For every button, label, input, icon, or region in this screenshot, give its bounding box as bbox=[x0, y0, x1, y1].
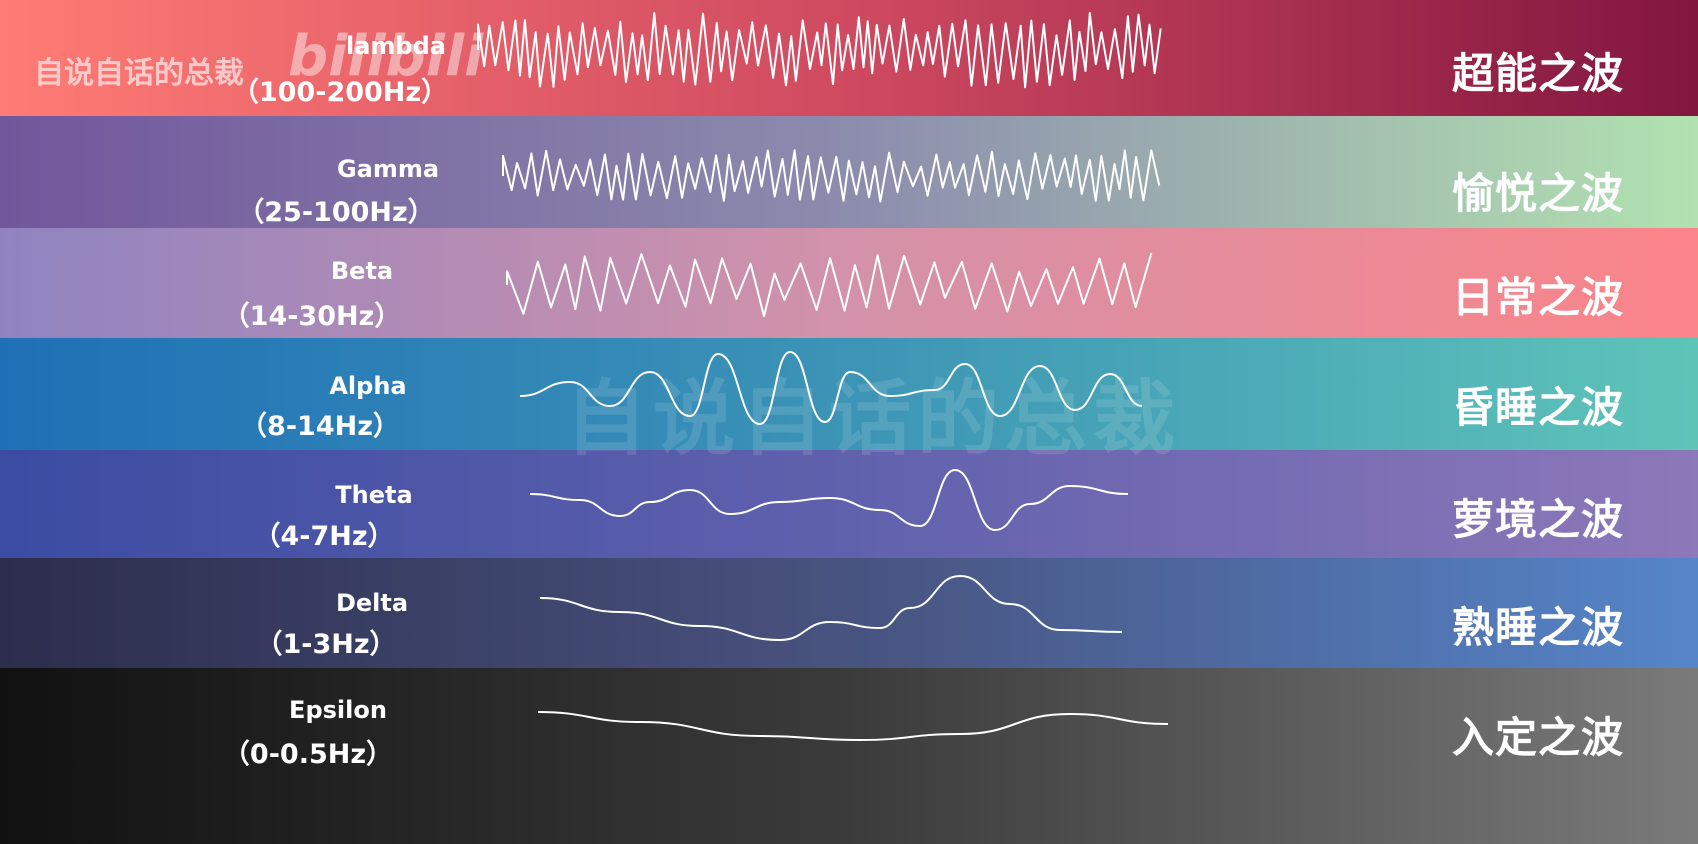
band-name: Gamma bbox=[336, 155, 440, 183]
bilibili-logo-watermark: bilibili bbox=[288, 24, 484, 89]
band-frequency-range: （0-0.5Hz） bbox=[222, 739, 394, 770]
band-epsilon: Epsilon （0-0.5Hz） 入定之波 bbox=[0, 668, 1698, 844]
band-delta: Delta （1-3Hz） 熟睡之波 bbox=[0, 558, 1698, 668]
brainwave-diagram: lambda （100-200Hz） 超能之波 Gamma （25-100Hz）… bbox=[0, 0, 1698, 844]
center-watermark: 自说自话的总裁 bbox=[565, 372, 1182, 467]
band-beta: Beta （14-30Hz） 日常之波 bbox=[0, 228, 1698, 338]
band-name: Alpha bbox=[329, 372, 407, 400]
band-label-cn: 昏睡之波 bbox=[1451, 383, 1624, 432]
band-label-cn: 萝境之波 bbox=[1451, 495, 1624, 544]
band-label-cn: 日常之波 bbox=[1451, 273, 1624, 322]
band-label-cn: 愉悦之波 bbox=[1451, 169, 1624, 218]
band-lambda: lambda （100-200Hz） 超能之波 bbox=[0, 0, 1698, 116]
channel-watermark: 自说自话的总裁 bbox=[34, 56, 244, 91]
band-frequency-range: （25-100Hz） bbox=[237, 197, 435, 228]
band-frequency-range: （8-14Hz） bbox=[240, 411, 400, 442]
band-frequency-range: （1-3Hz） bbox=[255, 629, 397, 660]
band-label-cn: 超能之波 bbox=[1451, 49, 1624, 98]
band-name: Delta bbox=[335, 589, 409, 617]
band-frequency-range: （14-30Hz） bbox=[222, 301, 402, 332]
band-name: Theta bbox=[335, 481, 413, 509]
band-label-cn: 入定之波 bbox=[1451, 713, 1624, 762]
band-name: Epsilon bbox=[289, 696, 387, 724]
band-gamma: Gamma （25-100Hz） 愉悦之波 bbox=[0, 116, 1698, 228]
band-frequency-range: （4-7Hz） bbox=[253, 521, 395, 552]
band-label-cn: 熟睡之波 bbox=[1451, 603, 1624, 652]
band-name: Beta bbox=[330, 257, 394, 285]
